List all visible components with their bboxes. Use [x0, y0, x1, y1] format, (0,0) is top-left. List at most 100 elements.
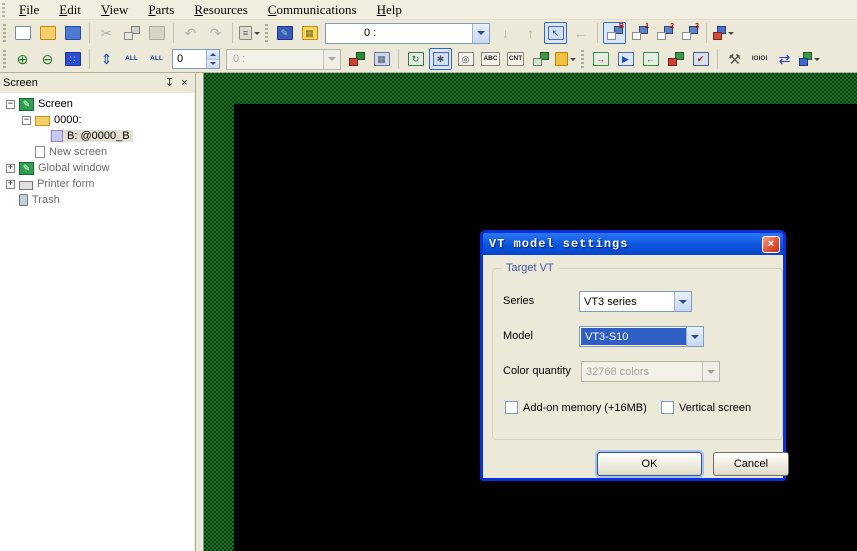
print-button[interactable]: ≡: [238, 22, 261, 44]
window-settings-icon: ✱: [433, 52, 449, 66]
open-file-icon: [40, 26, 56, 40]
close-icon[interactable]: ×: [762, 236, 780, 253]
hide-all-parts-button[interactable]: ALL: [145, 48, 168, 70]
toolbar-grip[interactable]: [3, 24, 6, 42]
dropdown-caret-icon[interactable]: [814, 58, 820, 61]
toolbar-grip[interactable]: [265, 24, 268, 42]
grid-button[interactable]: ∷: [61, 48, 84, 70]
overlap-windows-button[interactable]: [712, 22, 735, 44]
chevron-down-icon[interactable]: [674, 292, 691, 311]
menu-resources[interactable]: Resources: [184, 0, 257, 20]
tree-item-trash[interactable]: Trash: [0, 192, 194, 208]
collapse-icon[interactable]: −: [22, 116, 31, 125]
series-combo[interactable]: VT3 series: [579, 291, 692, 312]
badge: 3: [695, 23, 699, 30]
toolbar-grip[interactable]: [3, 50, 6, 68]
display-base-screen-button[interactable]: B: [603, 22, 626, 44]
close-panel-icon[interactable]: ×: [177, 76, 192, 90]
chevron-down-icon[interactable]: [686, 327, 703, 346]
tree-item-global-window[interactable]: + Global window: [0, 160, 194, 176]
tree-item-printer-form[interactable]: +Printer form: [0, 176, 194, 192]
simulator-button[interactable]: ▶: [614, 48, 637, 70]
count-list-button[interactable]: CNT: [504, 48, 527, 70]
screen-edit-button[interactable]: ✎: [273, 22, 296, 44]
com-port-button[interactable]: IOIOI: [748, 48, 771, 70]
window-settings-button[interactable]: ✱: [429, 48, 452, 70]
transfer-to-vt-button[interactable]: →: [589, 48, 612, 70]
screen-preview-button[interactable]: ▦: [370, 48, 393, 70]
state-spinner[interactable]: 0: [172, 49, 220, 69]
expand-icon[interactable]: +: [6, 164, 15, 173]
model-label: Model: [503, 330, 533, 342]
screen-number-combo[interactable]: 0 :: [325, 23, 490, 44]
menu-view[interactable]: View: [91, 0, 138, 20]
tree-item-content: Global window: [18, 162, 113, 175]
dropdown-caret-icon[interactable]: [570, 58, 576, 61]
overlap-windows-icon: [713, 26, 726, 40]
select-window-button[interactable]: ↖: [544, 22, 567, 44]
target-vt-group-label: Target VT: [502, 262, 558, 274]
new-file-button[interactable]: [11, 22, 34, 44]
menu-parts[interactable]: Parts: [138, 0, 184, 20]
ok-button[interactable]: OK: [597, 452, 702, 476]
vertical-screen-checkbox[interactable]: [661, 401, 674, 414]
series-label: Series: [503, 295, 534, 307]
tree-item-label: Global window: [38, 162, 110, 174]
tree-item-screen[interactable]: −Screen: [0, 96, 194, 112]
tree-item-0000[interactable]: −0000:: [0, 112, 194, 128]
show-all-parts-button[interactable]: ALL: [120, 48, 143, 70]
keypad-window-button[interactable]: ▦: [298, 22, 321, 44]
monitor-button[interactable]: ✔: [689, 48, 712, 70]
cut-button: ✂: [95, 22, 118, 44]
menu-help[interactable]: Help: [367, 0, 412, 20]
display-window-1-button[interactable]: 1: [628, 22, 651, 44]
transfer-verify-button[interactable]: [664, 48, 687, 70]
window-restore-button[interactable]: ↻: [404, 48, 427, 70]
screen-panel: Screen ↧ × −Screen−0000:B: @0000_BNew sc…: [0, 73, 196, 551]
collapse-icon[interactable]: −: [6, 100, 15, 109]
menu-grip[interactable]: [2, 3, 5, 17]
dropdown-caret-icon[interactable]: [728, 32, 734, 35]
menu-edit[interactable]: Edit: [49, 0, 91, 20]
dialog-title-bar: VT model settings ×: [483, 233, 783, 255]
spinner-up-icon[interactable]: [206, 50, 219, 60]
save-button[interactable]: [61, 22, 84, 44]
hide-all-parts-icon: ALL: [150, 56, 163, 63]
undo-icon: ↶: [185, 26, 197, 40]
chevron-down-icon[interactable]: [472, 24, 489, 43]
menu-file[interactable]: File: [9, 0, 49, 20]
system-settings-button[interactable]: ⚒: [723, 48, 746, 70]
toolbar-grip[interactable]: [581, 50, 584, 68]
spinner-down-icon[interactable]: [206, 60, 219, 69]
change-color-button[interactable]: [345, 48, 368, 70]
usb-button[interactable]: ⇄: [773, 48, 796, 70]
communication-unit-button[interactable]: [798, 48, 821, 70]
vt-studio-window: FileEditViewPartsResourcesCommunications…: [0, 0, 857, 551]
zoom-in-button[interactable]: ⊕: [11, 48, 34, 70]
chevron-down-icon: [323, 50, 340, 69]
snap-grid-button[interactable]: ⇕: [95, 48, 118, 70]
window-find-button[interactable]: ◎: [454, 48, 477, 70]
add-on-memory-checkbox[interactable]: [505, 401, 518, 414]
zoom-out-button[interactable]: ⊖: [36, 48, 59, 70]
transfer-from-vt-button[interactable]: ←: [639, 48, 662, 70]
expand-icon[interactable]: +: [6, 180, 15, 189]
model-combo[interactable]: VT3-S10: [579, 326, 704, 347]
dialog-title: VT model settings: [489, 237, 762, 251]
display-window-3-button[interactable]: 3: [678, 22, 701, 44]
printer-icon: [19, 181, 33, 190]
tree-item-new-screen[interactable]: New screen: [0, 144, 194, 160]
screen-number-combo-value: 0 :: [326, 27, 472, 39]
menu-communications[interactable]: Communications: [258, 0, 367, 20]
pin-icon[interactable]: ↧: [162, 76, 177, 90]
text-list-button[interactable]: ABC: [479, 48, 502, 70]
open-file-button[interactable]: [36, 22, 59, 44]
dropdown-caret-icon[interactable]: [254, 32, 260, 35]
copy-windows-button[interactable]: [529, 48, 552, 70]
cancel-button[interactable]: Cancel: [713, 452, 789, 476]
next-screen-icon: ↓: [502, 26, 509, 40]
save-icon: [65, 26, 81, 40]
library-button[interactable]: [554, 48, 577, 70]
tree-item-b-0000-b[interactable]: B: @0000_B: [0, 128, 194, 144]
display-window-2-button[interactable]: 2: [653, 22, 676, 44]
